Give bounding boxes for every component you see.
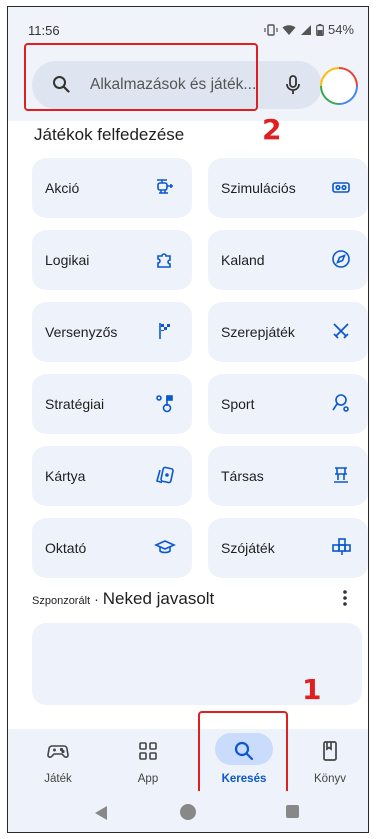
category-tile-szojatek[interactable]: Szójáték [208,518,368,578]
sponsored-header: Szponzorált · Neked javasolt [32,589,214,609]
category-tile-strategiai[interactable]: Stratégiai [32,374,192,434]
category-tile-tarsas[interactable]: Társas [208,446,368,506]
more-vert-icon[interactable] [342,589,348,612]
status-icons: 54% [264,22,354,37]
category-label: Kártya [45,468,86,484]
category-label: Oktató [45,540,87,556]
back-triangle-icon[interactable] [94,805,108,826]
compass-icon [330,248,352,270]
category-label: Kaland [221,252,265,268]
category-tile-akcio[interactable]: Akció [32,158,192,218]
status-bar: 11:56 54% [8,7,368,47]
annotation-box-nav [198,711,288,801]
battery-level: 54% [327,22,354,37]
word-blocks-icon [330,536,352,558]
apps-grid-icon [136,739,160,763]
category-label: Társas [221,468,264,484]
cards-icon [154,464,176,486]
graduation-cap-icon [154,536,176,558]
category-label: Szójáték [221,540,275,556]
checkered-flag-icon [154,320,176,342]
vibrate-icon [264,23,278,36]
nav-item-jatek[interactable]: Játék [18,729,98,791]
category-tile-oktato[interactable]: Oktató [32,518,192,578]
annotation-number-1: 1 [302,673,322,706]
gamepad-icon [46,739,70,763]
category-label: Szerepjáték [221,324,295,340]
category-tile-szimulacios[interactable]: Szimulációs [208,158,368,218]
helicopter-icon [154,176,176,198]
category-label: Akció [45,180,80,196]
sponsored-label: Szponzorált [32,595,91,607]
wifi-icon [282,24,296,36]
nav-item-app[interactable]: App [108,729,188,791]
category-tile-versenyzos[interactable]: Versenyzős [32,302,192,362]
whistle-icon [330,392,352,414]
category-label: Sport [221,396,255,412]
bottom-nav: Játék App Keresés Könyv [8,729,368,791]
nav-label: App [137,773,159,785]
home-circle-icon[interactable] [180,804,196,820]
phone-screen: 11:56 54% Alkalmazások és játék... 2 Ját… [7,6,369,833]
annotation-box-search [24,43,258,111]
battery-icon [316,23,324,36]
book-icon [318,739,342,763]
category-tile-szerepjatek[interactable]: Szerepjáték [208,302,368,362]
sponsored-separator: · [94,591,99,607]
category-tile-logikai[interactable]: Logikai [32,230,192,290]
puzzle-icon [154,248,176,270]
section-title: Játékok felfedezése [34,125,185,144]
board-game-icon [330,464,352,486]
category-tile-kartya[interactable]: Kártya [32,446,192,506]
account-avatar[interactable] [320,67,358,105]
category-label: Stratégiai [45,396,105,412]
nav-item-konyv[interactable]: Könyv [290,729,368,791]
nav-label: Könyv [314,773,346,785]
category-label: Szimulációs [221,180,296,196]
crossed-swords-icon [330,320,352,342]
signal-icon [300,24,312,36]
sponsored-title: Neked javasolt [102,589,215,608]
category-tile-sport[interactable]: Sport [208,374,368,434]
strategy-icon [154,392,176,414]
category-tile-kaland[interactable]: Kaland [208,230,368,290]
recents-square-icon[interactable] [286,805,299,818]
annotation-number-2: 2 [262,113,282,146]
system-nav-bar [8,791,368,832]
vr-headset-icon [330,176,352,198]
category-label: Versenyzős [45,324,118,340]
status-time: 11:56 [28,23,60,38]
microphone-icon[interactable] [284,74,302,101]
category-label: Logikai [45,252,90,268]
nav-label: Játék [44,773,72,785]
